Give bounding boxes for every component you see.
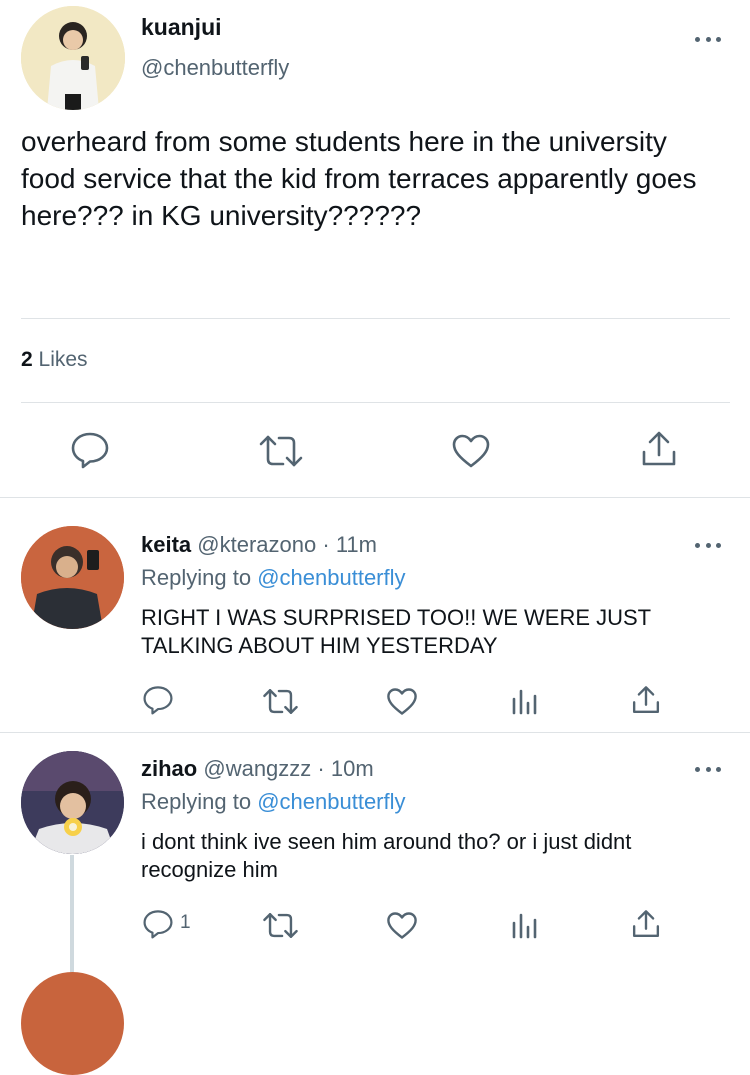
- replying-to-handle[interactable]: @chenbutterfly: [257, 789, 405, 814]
- analytics-icon[interactable]: [511, 687, 539, 715]
- avatar-next-reply[interactable]: [21, 972, 124, 1075]
- separator: ·: [317, 756, 325, 781]
- more-options-icon[interactable]: [695, 35, 721, 43]
- display-name[interactable]: kuanjui: [141, 14, 222, 41]
- handle[interactable]: @chenbutterfly: [141, 55, 289, 81]
- thread-divider: [0, 732, 750, 733]
- replying-label: Replying to: [141, 789, 252, 814]
- handle[interactable]: @kterazono: [197, 532, 316, 557]
- thread-line: [70, 855, 74, 982]
- share-icon[interactable]: [640, 430, 678, 468]
- display-name[interactable]: zihao: [141, 756, 197, 781]
- replying-to: Replying to @chenbutterfly: [141, 565, 406, 591]
- like-icon[interactable]: [451, 433, 491, 469]
- reply-header: zihao @wangzzz · 10m: [141, 756, 374, 782]
- handle[interactable]: @wangzzz: [203, 756, 311, 781]
- avatar-keita[interactable]: [21, 526, 124, 629]
- like-icon[interactable]: [386, 911, 418, 940]
- reply-count: 1: [180, 912, 191, 933]
- analytics-icon[interactable]: [511, 911, 539, 939]
- share-icon[interactable]: [631, 685, 661, 715]
- replying-label: Replying to: [141, 565, 252, 590]
- avatar-zihao[interactable]: [21, 751, 124, 854]
- likes-label: Likes: [38, 348, 88, 371]
- separator: ·: [322, 532, 330, 557]
- retweet-icon[interactable]: [258, 433, 304, 469]
- avatar-photo: [21, 526, 124, 629]
- reply-text: RIGHT I WAS SURPRISED TOO!! WE WERE JUST…: [141, 605, 651, 658]
- tweet-text: overheard from some students here in the…: [21, 126, 697, 231]
- divider: [21, 318, 730, 319]
- reply-icon[interactable]: [142, 909, 174, 939]
- thread-divider: [0, 497, 750, 498]
- reply-header: keita @kterazono · 11m: [141, 532, 377, 558]
- more-options-icon[interactable]: [695, 765, 721, 773]
- avatar-photo: [21, 6, 125, 110]
- retweet-icon[interactable]: [262, 687, 299, 716]
- avatar-photo: [21, 751, 124, 854]
- reply-text: i dont think ive seen him around tho? or…: [141, 829, 632, 882]
- avatar-kuanjui[interactable]: [21, 6, 125, 110]
- replying-to-handle[interactable]: @chenbutterfly: [257, 565, 405, 590]
- reply-icon[interactable]: [70, 431, 110, 469]
- likes-summary[interactable]: 2 Likes: [21, 348, 88, 372]
- timestamp[interactable]: 10m: [331, 756, 374, 781]
- replying-to: Replying to @chenbutterfly: [141, 789, 406, 815]
- like-icon[interactable]: [386, 687, 418, 716]
- more-options-icon[interactable]: [695, 541, 721, 549]
- reply-icon[interactable]: [142, 685, 174, 715]
- timestamp[interactable]: 11m: [336, 532, 377, 557]
- retweet-icon[interactable]: [262, 911, 299, 940]
- share-icon[interactable]: [631, 909, 661, 939]
- likes-count: 2: [21, 348, 33, 371]
- divider: [21, 402, 730, 403]
- display-name[interactable]: keita: [141, 532, 191, 557]
